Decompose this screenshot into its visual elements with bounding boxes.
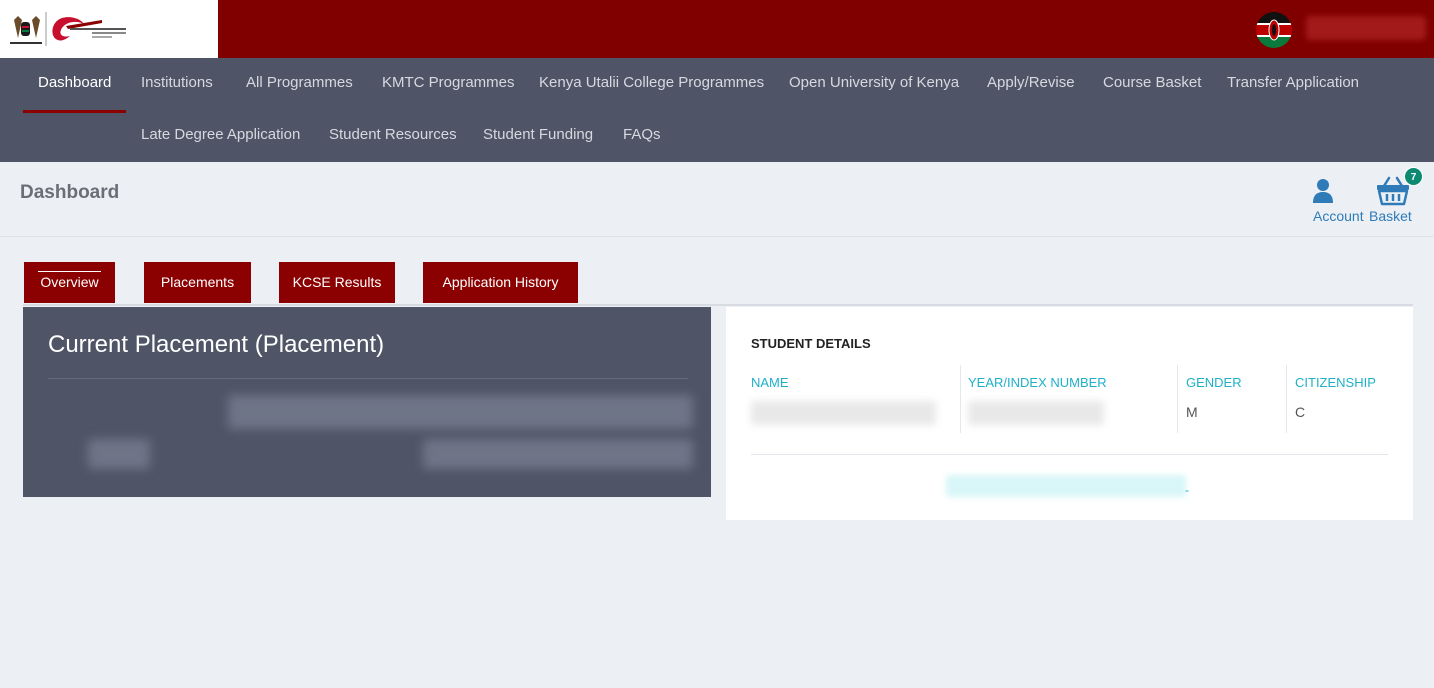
current-placement-card: Current Placement (Placement)	[23, 307, 711, 497]
account-icon[interactable]	[1312, 178, 1334, 209]
nav-late-degree-application[interactable]: Late Degree Application	[141, 110, 300, 162]
account-link[interactable]: Account	[1313, 208, 1364, 224]
basket-link[interactable]: Basket	[1369, 208, 1412, 224]
index-value-redacted	[968, 401, 1104, 425]
nav-apply-revise[interactable]: Apply/Revise	[987, 58, 1075, 110]
placement-code-redacted	[88, 439, 150, 469]
citizenship-column: CITIZENSHIP C	[1286, 365, 1391, 433]
main-navigation: Dashboard Institutions All Programmes KM…	[0, 58, 1434, 162]
gender-header: GENDER	[1186, 375, 1242, 390]
details-link-suffix[interactable]: -	[1185, 483, 1189, 497]
nav-kmtc-programmes[interactable]: KMTC Programmes	[382, 58, 515, 110]
tab-application-history[interactable]: Application History	[423, 262, 578, 303]
kenya-coat-of-arms-logo	[10, 12, 126, 46]
nav-course-basket[interactable]: Course Basket	[1103, 58, 1201, 110]
nav-kenya-utalii-programmes[interactable]: Kenya Utalii College Programmes	[539, 58, 764, 110]
nav-open-university[interactable]: Open University of Kenya	[789, 58, 959, 110]
placement-programme-redacted	[228, 395, 693, 429]
basket-count-badge: 7	[1404, 167, 1423, 186]
nav-dashboard[interactable]: Dashboard	[22, 58, 127, 113]
index-header: YEAR/INDEX NUMBER	[968, 375, 1107, 390]
gender-column: GENDER M	[1177, 365, 1286, 433]
nav-student-resources[interactable]: Student Resources	[329, 110, 457, 162]
placement-divider	[48, 378, 688, 379]
page-header: Dashboard Account Basket	[0, 162, 1434, 237]
student-details-card: STUDENT DETAILS NAME YEAR/INDEX NUMBER G…	[726, 307, 1413, 520]
nav-faqs[interactable]: FAQs	[623, 110, 661, 162]
page-title: Dashboard	[20, 182, 120, 203]
tabs-divider	[23, 304, 1413, 306]
tab-overview[interactable]: Overview	[24, 262, 115, 303]
details-divider	[751, 454, 1388, 455]
placement-title: Current Placement (Placement)	[48, 331, 385, 358]
student-details-heading: STUDENT DETAILS	[751, 336, 871, 351]
name-column: NAME	[751, 365, 960, 433]
top-bar	[0, 0, 1434, 58]
gender-value: M	[1186, 404, 1198, 420]
name-value-redacted	[751, 401, 936, 425]
nav-institutions[interactable]: Institutions	[141, 58, 213, 110]
name-header: NAME	[751, 375, 789, 390]
kenya-flag-icon[interactable]	[1256, 12, 1292, 48]
user-name-redacted[interactable]	[1306, 16, 1426, 40]
tab-kcse-results[interactable]: KCSE Results	[279, 262, 395, 303]
tab-placements[interactable]: Placements	[144, 262, 251, 303]
placement-institution-redacted	[423, 439, 693, 469]
nav-all-programmes[interactable]: All Programmes	[246, 58, 353, 110]
details-link-redacted[interactable]	[946, 475, 1186, 497]
citizenship-header: CITIZENSHIP	[1295, 375, 1376, 390]
citizenship-value: C	[1295, 404, 1306, 420]
logo[interactable]	[0, 0, 218, 58]
index-column: YEAR/INDEX NUMBER	[960, 365, 1177, 433]
nav-student-funding[interactable]: Student Funding	[483, 110, 593, 162]
nav-transfer-application[interactable]: Transfer Application	[1227, 58, 1359, 110]
